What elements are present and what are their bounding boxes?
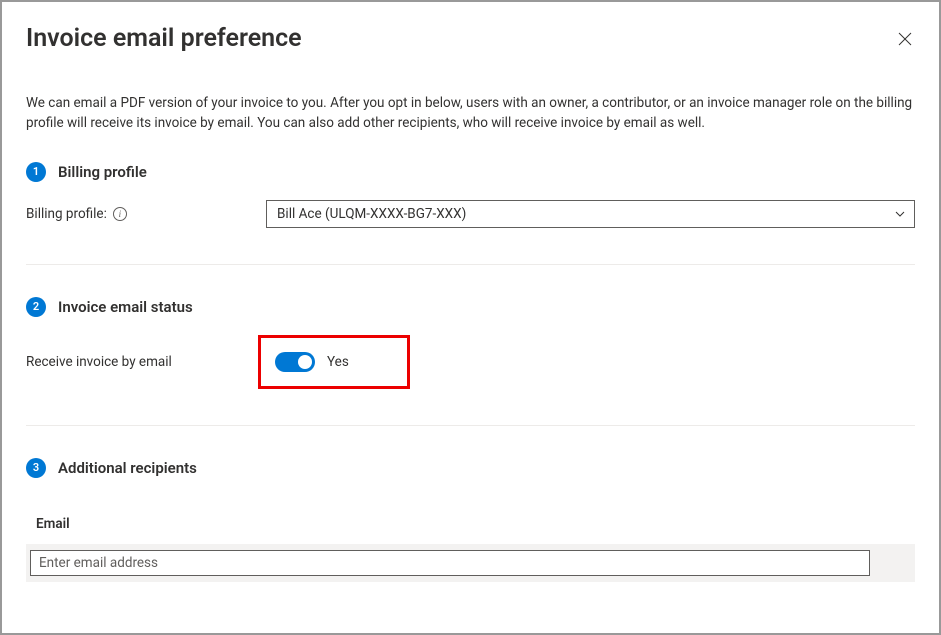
divider bbox=[26, 264, 915, 265]
invoice-email-status-section: 2 Invoice email status Receive invoice b… bbox=[2, 289, 939, 397]
chevron-down-icon bbox=[894, 208, 906, 220]
billing-profile-title: Billing profile bbox=[58, 163, 147, 181]
toggle-knob bbox=[298, 355, 312, 369]
email-input-row bbox=[26, 544, 915, 582]
page-title: Invoice email preference bbox=[26, 24, 302, 53]
billing-profile-value: Bill Ace (ULQM-XXXX-BG7-XXX) bbox=[277, 206, 466, 222]
step-number-2: 2 bbox=[26, 297, 46, 317]
receive-invoice-label: Receive invoice by email bbox=[26, 354, 258, 370]
billing-profile-label: Billing profile: bbox=[26, 206, 107, 222]
receive-invoice-toggle[interactable] bbox=[275, 352, 315, 372]
highlight-box: Yes bbox=[258, 335, 410, 389]
info-icon[interactable]: i bbox=[113, 207, 127, 221]
close-icon bbox=[898, 32, 912, 46]
divider bbox=[26, 425, 915, 426]
invoice-email-status-title: Invoice email status bbox=[58, 298, 193, 316]
email-input[interactable] bbox=[30, 550, 870, 576]
step-number-3: 3 bbox=[26, 458, 46, 478]
billing-profile-dropdown[interactable]: Bill Ace (ULQM-XXXX-BG7-XXX) bbox=[266, 200, 915, 228]
description-text: We can email a PDF version of your invoi… bbox=[2, 61, 939, 154]
additional-recipients-section: 3 Additional recipients bbox=[2, 450, 939, 504]
billing-profile-section: 1 Billing profile Billing profile: i Bil… bbox=[2, 154, 939, 236]
additional-recipients-title: Additional recipients bbox=[58, 459, 197, 477]
toggle-value-text: Yes bbox=[327, 354, 349, 370]
close-button[interactable] bbox=[895, 29, 915, 49]
step-number-1: 1 bbox=[26, 162, 46, 182]
email-column-label: Email bbox=[26, 504, 915, 544]
